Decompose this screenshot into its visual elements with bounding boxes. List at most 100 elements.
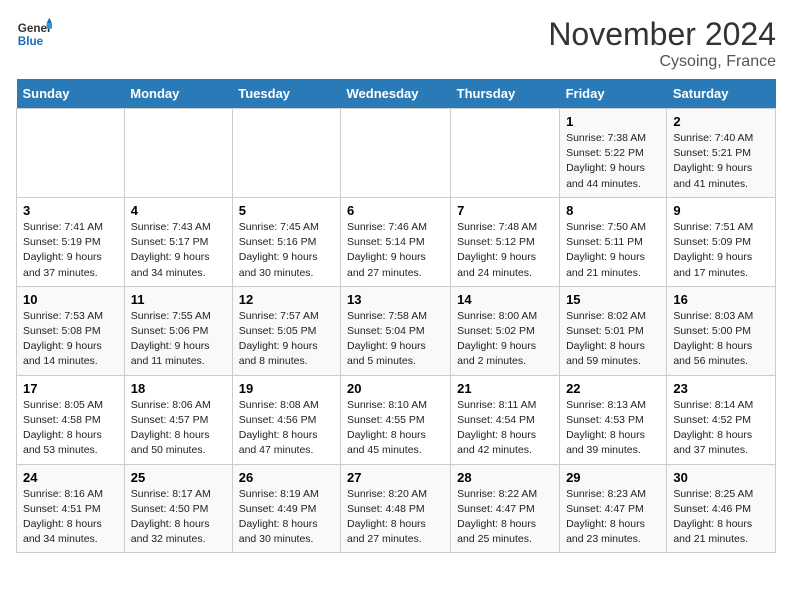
day-number: 30: [673, 470, 769, 485]
day-info: Sunrise: 8:03 AM Sunset: 5:00 PM Dayligh…: [673, 309, 769, 370]
day-number: 10: [23, 292, 118, 307]
day-info: Sunrise: 7:45 AM Sunset: 5:16 PM Dayligh…: [239, 220, 334, 281]
day-number: 23: [673, 381, 769, 396]
weekday-header-wednesday: Wednesday: [340, 79, 450, 109]
day-number: 15: [566, 292, 660, 307]
weekday-header-friday: Friday: [560, 79, 667, 109]
day-info: Sunrise: 8:23 AM Sunset: 4:47 PM Dayligh…: [566, 487, 660, 548]
day-number: 14: [457, 292, 553, 307]
weekday-header-sunday: Sunday: [17, 79, 125, 109]
calendar-cell: 3 Sunrise: 7:41 AM Sunset: 5:19 PM Daylig…: [17, 197, 125, 286]
day-number: 20: [347, 381, 444, 396]
calendar-cell: 4 Sunrise: 7:43 AM Sunset: 5:17 PM Daylig…: [124, 197, 232, 286]
calendar-cell: 17 Sunrise: 8:05 AM Sunset: 4:58 PM Dayli…: [17, 375, 125, 464]
calendar-week-row: 3 Sunrise: 7:41 AM Sunset: 5:19 PM Daylig…: [17, 197, 776, 286]
day-info: Sunrise: 7:51 AM Sunset: 5:09 PM Dayligh…: [673, 220, 769, 281]
calendar-cell: 6Sunrise: 7:46 AM Sunset: 5:14 PM Daylig…: [340, 197, 450, 286]
day-number: 26: [239, 470, 334, 485]
calendar-cell: 9Sunrise: 7:51 AM Sunset: 5:09 PM Daylig…: [667, 197, 776, 286]
day-info: Sunrise: 7:53 AM Sunset: 5:08 PM Dayligh…: [23, 309, 118, 370]
calendar-cell: 15Sunrise: 8:02 AM Sunset: 5:01 PM Dayli…: [560, 286, 667, 375]
day-info: Sunrise: 7:40 AM Sunset: 5:21 PM Dayligh…: [673, 131, 769, 192]
weekday-header-monday: Monday: [124, 79, 232, 109]
calendar-week-row: 24Sunrise: 8:16 AM Sunset: 4:51 PM Dayli…: [17, 464, 776, 553]
day-number: 8: [566, 203, 660, 218]
day-number: 11: [131, 292, 226, 307]
calendar-body: 1Sunrise: 7:38 AM Sunset: 5:22 PM Daylig…: [17, 109, 776, 553]
calendar-cell: 29 Sunrise: 8:23 AM Sunset: 4:47 PM Dayli…: [560, 464, 667, 553]
day-info: Sunrise: 7:43 AM Sunset: 5:17 PM Dayligh…: [131, 220, 226, 281]
logo-icon: General Blue: [16, 16, 52, 52]
day-number: 7: [457, 203, 553, 218]
day-number: 27: [347, 470, 444, 485]
calendar-cell: [451, 109, 560, 198]
weekday-header-tuesday: Tuesday: [232, 79, 340, 109]
day-info: Sunrise: 7:50 AM Sunset: 5:11 PM Dayligh…: [566, 220, 660, 281]
calendar-cell: [17, 109, 125, 198]
calendar-cell: 24Sunrise: 8:16 AM Sunset: 4:51 PM Dayli…: [17, 464, 125, 553]
calendar-cell: 28 Sunrise: 8:22 AM Sunset: 4:47 PM Dayli…: [451, 464, 560, 553]
calendar-week-row: 17 Sunrise: 8:05 AM Sunset: 4:58 PM Dayli…: [17, 375, 776, 464]
calendar-cell: 19 Sunrise: 8:08 AM Sunset: 4:56 PM Dayli…: [232, 375, 340, 464]
day-info: Sunrise: 8:13 AM Sunset: 4:53 PM Dayligh…: [566, 398, 660, 459]
calendar-cell: 1Sunrise: 7:38 AM Sunset: 5:22 PM Daylig…: [560, 109, 667, 198]
day-number: 25: [131, 470, 226, 485]
day-number: 13: [347, 292, 444, 307]
day-info: Sunrise: 8:10 AM Sunset: 4:55 PM Dayligh…: [347, 398, 444, 459]
calendar-cell: 30 Sunrise: 8:25 AM Sunset: 4:46 PM Dayli…: [667, 464, 776, 553]
calendar-header-row: SundayMondayTuesdayWednesdayThursdayFrid…: [17, 79, 776, 109]
day-number: 21: [457, 381, 553, 396]
svg-text:Blue: Blue: [18, 35, 44, 48]
day-number: 4: [131, 203, 226, 218]
day-info: Sunrise: 7:48 AM Sunset: 5:12 PM Dayligh…: [457, 220, 553, 281]
day-info: Sunrise: 8:20 AM Sunset: 4:48 PM Dayligh…: [347, 487, 444, 548]
calendar-cell: 13 Sunrise: 7:58 AM Sunset: 5:04 PM Dayli…: [340, 286, 450, 375]
calendar-cell: 12 Sunrise: 7:57 AM Sunset: 5:05 PM Dayli…: [232, 286, 340, 375]
header: General Blue November 2024 Cysoing, Fran…: [16, 16, 776, 71]
day-number: 5: [239, 203, 334, 218]
calendar-cell: 11 Sunrise: 7:55 AM Sunset: 5:06 PM Dayli…: [124, 286, 232, 375]
calendar-cell: [124, 109, 232, 198]
day-number: 2: [673, 114, 769, 129]
day-number: 12: [239, 292, 334, 307]
calendar-cell: 5 Sunrise: 7:45 AM Sunset: 5:16 PM Daylig…: [232, 197, 340, 286]
calendar-cell: 18Sunrise: 8:06 AM Sunset: 4:57 PM Dayli…: [124, 375, 232, 464]
calendar-cell: 8 Sunrise: 7:50 AM Sunset: 5:11 PM Daylig…: [560, 197, 667, 286]
day-number: 28: [457, 470, 553, 485]
day-info: Sunrise: 8:11 AM Sunset: 4:54 PM Dayligh…: [457, 398, 553, 459]
day-info: Sunrise: 8:25 AM Sunset: 4:46 PM Dayligh…: [673, 487, 769, 548]
calendar-cell: 22 Sunrise: 8:13 AM Sunset: 4:53 PM Dayli…: [560, 375, 667, 464]
calendar-cell: 16 Sunrise: 8:03 AM Sunset: 5:00 PM Dayli…: [667, 286, 776, 375]
calendar-cell: 7 Sunrise: 7:48 AM Sunset: 5:12 PM Daylig…: [451, 197, 560, 286]
calendar-cell: 14Sunrise: 8:00 AM Sunset: 5:02 PM Dayli…: [451, 286, 560, 375]
day-number: 22: [566, 381, 660, 396]
day-number: 6: [347, 203, 444, 218]
calendar-table: SundayMondayTuesdayWednesdayThursdayFrid…: [16, 79, 776, 553]
day-number: 29: [566, 470, 660, 485]
weekday-header-saturday: Saturday: [667, 79, 776, 109]
calendar-cell: 25Sunrise: 8:17 AM Sunset: 4:50 PM Dayli…: [124, 464, 232, 553]
calendar-week-row: 10 Sunrise: 7:53 AM Sunset: 5:08 PM Dayli…: [17, 286, 776, 375]
day-info: Sunrise: 7:58 AM Sunset: 5:04 PM Dayligh…: [347, 309, 444, 370]
day-number: 19: [239, 381, 334, 396]
calendar-cell: 27 Sunrise: 8:20 AM Sunset: 4:48 PM Dayli…: [340, 464, 450, 553]
calendar-cell: 21 Sunrise: 8:11 AM Sunset: 4:54 PM Dayli…: [451, 375, 560, 464]
day-info: Sunrise: 8:08 AM Sunset: 4:56 PM Dayligh…: [239, 398, 334, 459]
day-info: Sunrise: 8:22 AM Sunset: 4:47 PM Dayligh…: [457, 487, 553, 548]
day-info: Sunrise: 7:41 AM Sunset: 5:19 PM Dayligh…: [23, 220, 118, 281]
day-info: Sunrise: 8:14 AM Sunset: 4:52 PM Dayligh…: [673, 398, 769, 459]
day-number: 18: [131, 381, 226, 396]
day-info: Sunrise: 8:05 AM Sunset: 4:58 PM Dayligh…: [23, 398, 118, 459]
day-info: Sunrise: 7:57 AM Sunset: 5:05 PM Dayligh…: [239, 309, 334, 370]
calendar-cell: 26 Sunrise: 8:19 AM Sunset: 4:49 PM Dayli…: [232, 464, 340, 553]
day-info: Sunrise: 7:55 AM Sunset: 5:06 PM Dayligh…: [131, 309, 226, 370]
day-number: 3: [23, 203, 118, 218]
calendar-cell: [232, 109, 340, 198]
title-area: November 2024 Cysoing, France: [548, 16, 776, 71]
calendar-cell: 23 Sunrise: 8:14 AM Sunset: 4:52 PM Dayli…: [667, 375, 776, 464]
day-info: Sunrise: 8:19 AM Sunset: 4:49 PM Dayligh…: [239, 487, 334, 548]
day-number: 17: [23, 381, 118, 396]
day-number: 16: [673, 292, 769, 307]
day-info: Sunrise: 8:16 AM Sunset: 4:51 PM Dayligh…: [23, 487, 118, 548]
calendar-cell: [340, 109, 450, 198]
